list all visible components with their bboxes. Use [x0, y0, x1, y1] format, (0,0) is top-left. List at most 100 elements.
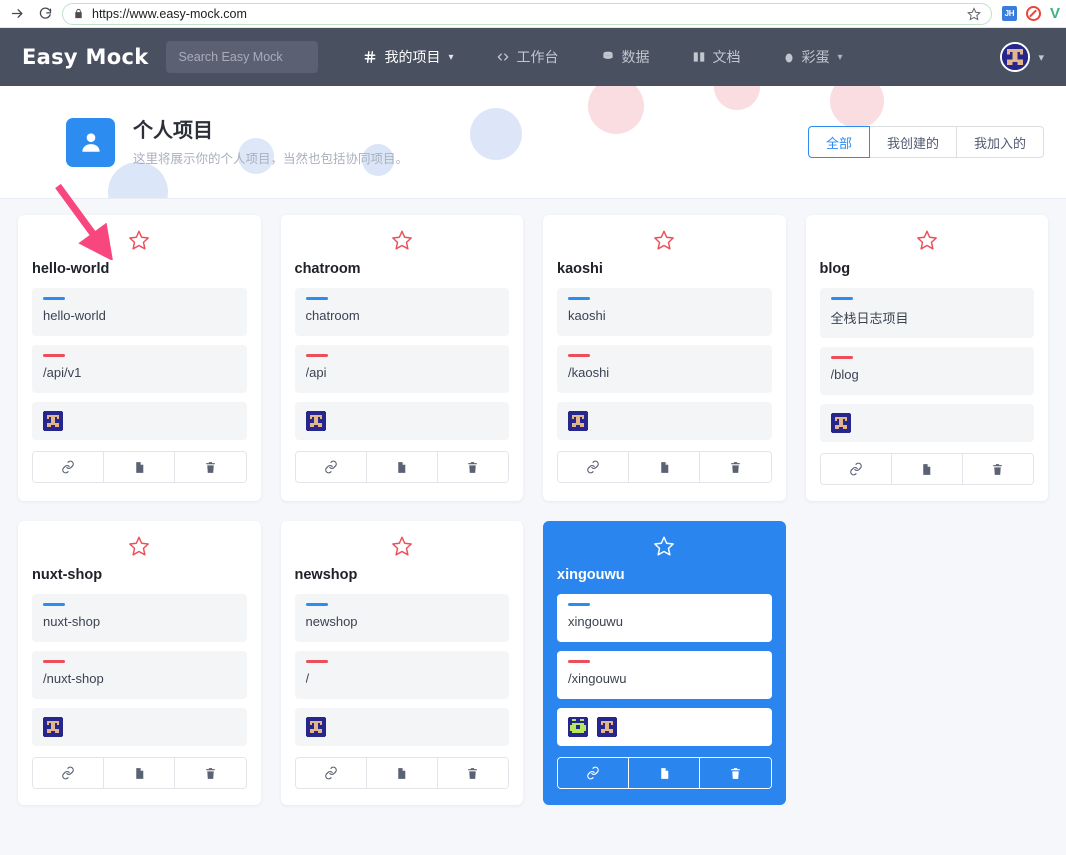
link-icon[interactable]	[33, 452, 105, 482]
copy-icon[interactable]	[104, 452, 176, 482]
user-menu[interactable]: ▾	[1000, 42, 1044, 72]
project-path-value: /	[305, 671, 310, 686]
link-icon[interactable]	[295, 758, 367, 788]
copy-icon[interactable]	[629, 452, 701, 482]
grid-row-gap	[18, 501, 1048, 521]
project-title: kaoshi	[557, 261, 603, 277]
project-name-value: kaoshi	[568, 308, 606, 323]
copy-icon[interactable]	[629, 758, 701, 788]
hero-text: 个人项目 这里将展示你的个人项目，当然也包括协同项目。	[133, 118, 408, 167]
nav-item-data[interactable]: 数据	[580, 47, 671, 67]
nav-item-workbench[interactable]: 工作台	[475, 47, 580, 67]
nav-item-docs[interactable]: 文档	[671, 47, 762, 67]
filter-joined-button[interactable]: 我加入的	[955, 126, 1044, 158]
extensions-area: JH V	[998, 6, 1060, 21]
app-logo[interactable]: Easy Mock	[22, 45, 148, 69]
project-card[interactable]: chatroom chatroom /api	[280, 215, 523, 501]
user-avatar-icon	[1000, 42, 1031, 72]
link-icon[interactable]	[558, 758, 630, 788]
forward-button[interactable]	[6, 3, 28, 25]
hero-content: 个人项目 这里将展示你的个人项目，当然也包括协同项目。 全部 我创建的 我加入的	[0, 86, 1066, 198]
project-name-field: hello-world	[32, 288, 247, 336]
trash-icon[interactable]	[700, 452, 771, 482]
favorite-star-icon[interactable]	[32, 535, 247, 557]
favorite-star-icon[interactable]	[557, 535, 772, 557]
project-card[interactable]: hello-world hello-world /api/v1	[18, 215, 261, 501]
project-card-selected[interactable]: xingouwu xingouwu /xingouwu	[543, 521, 786, 805]
trash-icon[interactable]	[175, 758, 246, 788]
chevron-down-icon: ▾	[448, 51, 454, 63]
trash-icon[interactable]	[437, 758, 509, 788]
jh-extension-icon[interactable]: JH	[1001, 6, 1017, 21]
project-path-field: /	[294, 651, 509, 699]
accent-bar-blue	[568, 297, 590, 300]
copy-icon[interactable]	[891, 454, 963, 484]
app-header: Easy Mock 我的项目 ▾ 工作台 数据 文档	[0, 28, 1066, 86]
favorite-star-icon[interactable]	[820, 229, 1035, 251]
trash-icon[interactable]	[437, 452, 509, 482]
member-avatar-blue	[43, 717, 63, 737]
link-icon[interactable]	[820, 454, 892, 484]
adblock-extension-icon[interactable]	[1025, 6, 1041, 21]
nav-item-my-projects[interactable]: 我的项目 ▾	[342, 47, 474, 67]
accent-bar-blue	[305, 297, 328, 300]
project-path-field: /api	[294, 345, 509, 393]
nav-label: 工作台	[516, 49, 559, 65]
bookmark-star-icon[interactable]	[967, 6, 981, 21]
link-icon[interactable]	[295, 452, 367, 482]
accent-bar-red	[305, 660, 328, 663]
search-input[interactable]	[166, 41, 319, 73]
project-title: hello-world	[32, 261, 110, 277]
trash-icon[interactable]	[962, 454, 1034, 484]
nav-label: 数据	[621, 49, 650, 65]
project-name-value: nuxt-shop	[43, 614, 101, 629]
vue-devtools-extension-icon[interactable]: V	[1050, 6, 1060, 21]
accent-bar-blue	[305, 603, 328, 606]
nav-label: 文档	[712, 49, 741, 65]
project-title: nuxt-shop	[32, 567, 103, 583]
copy-icon[interactable]	[104, 758, 176, 788]
project-card[interactable]: nuxt-shop nuxt-shop /nuxt-shop	[18, 521, 261, 805]
member-avatar-blue	[43, 411, 63, 431]
favorite-star-icon[interactable]	[295, 535, 510, 557]
project-members	[819, 404, 1034, 442]
copy-icon[interactable]	[366, 452, 438, 482]
favorite-star-icon[interactable]	[32, 229, 247, 251]
link-icon[interactable]	[558, 452, 630, 482]
favorite-star-icon[interactable]	[557, 229, 772, 251]
project-path-value: /api/v1	[43, 365, 82, 380]
filter-created-by-me-button[interactable]: 我创建的	[868, 126, 957, 158]
copy-icon[interactable]	[366, 758, 438, 788]
project-name-value: newshop	[305, 614, 358, 629]
project-title: xingouwu	[557, 567, 625, 583]
trash-icon[interactable]	[175, 452, 246, 482]
book-icon	[692, 50, 706, 64]
hash-icon	[363, 50, 377, 64]
project-card[interactable]: newshop newshop /	[280, 521, 523, 805]
nav-item-easter-egg[interactable]: 彩蛋 ▾	[762, 47, 864, 67]
chevron-down-icon: ▾	[1038, 51, 1044, 64]
reload-button[interactable]	[34, 3, 56, 25]
link-icon[interactable]	[33, 758, 105, 788]
project-title: chatroom	[294, 261, 361, 277]
project-path-field: /nuxt-shop	[32, 651, 247, 699]
projects-grid-row-1: hello-world hello-world /api/v1 chatroom…	[18, 215, 1048, 501]
project-actions	[32, 451, 247, 483]
project-card[interactable]: kaoshi kaoshi /kaoshi	[543, 215, 786, 501]
browser-toolbar: https://www.easy-mock.com JH V	[0, 0, 1066, 28]
projects-area: hello-world hello-world /api/v1 chatroom…	[0, 199, 1066, 805]
address-bar[interactable]: https://www.easy-mock.com	[62, 2, 992, 25]
project-actions	[819, 453, 1034, 485]
project-name-field: nuxt-shop	[32, 594, 247, 642]
trash-icon[interactable]	[700, 758, 771, 788]
filter-all-button[interactable]: 全部	[807, 126, 870, 158]
lock-icon	[73, 8, 84, 19]
member-avatar-blue	[568, 411, 588, 431]
project-actions	[294, 451, 509, 483]
grid-empty-slot	[806, 521, 1049, 805]
project-actions	[32, 757, 247, 789]
project-card[interactable]: blog 全栈日志项目 /blog	[805, 215, 1048, 501]
favorite-star-icon[interactable]	[295, 229, 510, 251]
project-path-value: /xingouwu	[568, 671, 627, 686]
project-name-field: xingouwu	[557, 594, 772, 642]
